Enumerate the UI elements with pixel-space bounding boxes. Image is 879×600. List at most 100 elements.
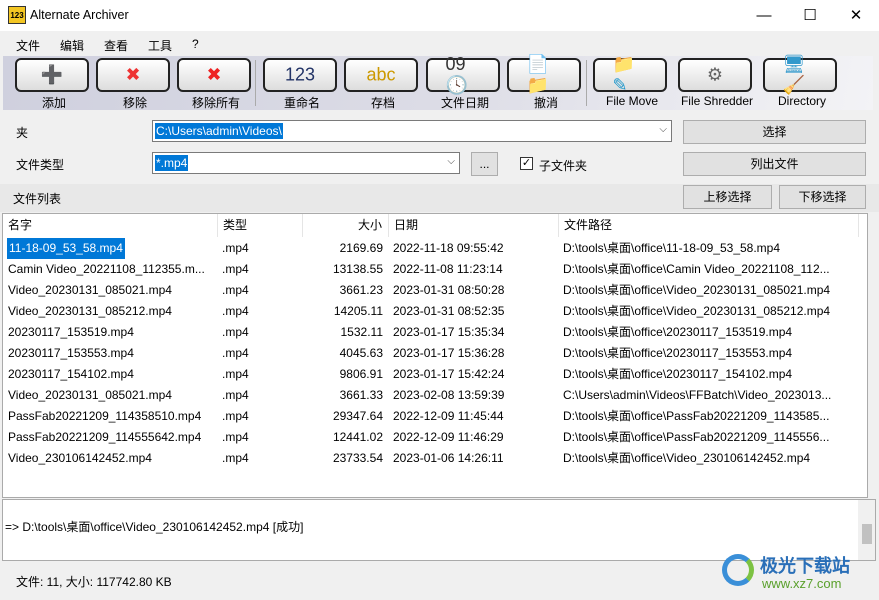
chevron-down-icon[interactable]: ⌵: [447, 156, 455, 167]
directory-clean-icon: 🖥🧹: [782, 54, 806, 95]
toolbar-label: 重命名: [283, 96, 320, 110]
cell-date: 2022-11-18 09:55:42: [393, 241, 504, 255]
cell-path: D:\tools\桌面\office\Camin Video_20221108_…: [563, 262, 830, 276]
cell-size: 29347.64: [332, 409, 383, 423]
watermark-logo: 极光下载站 www.xz7.com: [722, 550, 872, 596]
cell-date: 2023-02-08 13:59:39: [393, 388, 505, 402]
cell-type: .mp4: [222, 283, 249, 297]
menu-edit[interactable]: 编辑: [60, 37, 84, 54]
table-row[interactable]: 11-18-09_53_58.mp4 .mp4 2169.69 2022-11-18 …: [3, 238, 863, 259]
table-row[interactable]: Camin Video_20221108_112355.m... .mp4 1313…: [3, 259, 863, 280]
folder-label: 夹: [16, 126, 29, 140]
cell-path: D:\tools\桌面\office\Video_230106142452.mp…: [563, 451, 811, 465]
move-up-button[interactable]: 上移选择: [683, 185, 772, 209]
toolbar-label: 存档: [370, 96, 395, 110]
file-list[interactable]: 名字 类型 大小 日期 文件路径 11-18-09_53_58.mp4 .mp4 2…: [2, 213, 868, 498]
table-row[interactable]: 20230117_153519.mp4 .mp4 1532.11 2023-01-17…: [3, 322, 863, 343]
app-icon: 123: [8, 6, 26, 24]
file-type-label: 文件类型: [16, 158, 65, 172]
cell-type: .mp4: [222, 409, 249, 423]
column-path[interactable]: 文件路径: [559, 214, 859, 237]
move-down-button[interactable]: 下移选择: [779, 185, 866, 209]
menu-help[interactable]: ?: [192, 37, 199, 51]
title-bar: 123 Alternate Archiver — ☐ ✕: [0, 0, 879, 31]
toolbar-label: File Move: [605, 94, 658, 108]
cell-name: Video_20230131_085212.mp4: [8, 304, 172, 318]
cell-type: .mp4: [222, 325, 249, 339]
cell-path: D:\tools\桌面\office\Video_20230131_085021…: [563, 283, 831, 297]
archive-abc-icon: abc: [366, 64, 396, 85]
cell-date: 2022-12-09 11:45:44: [393, 409, 504, 423]
toolbar-label: 文件日期: [440, 96, 489, 110]
add-files-icon: ➕: [40, 64, 64, 85]
menu-view[interactable]: 查看: [104, 37, 128, 54]
toolbar-button-remove-files[interactable]: ✖: [96, 58, 170, 92]
toolbar-label: 撤消: [533, 96, 558, 110]
table-row[interactable]: PassFab20221209_114358510.mp4 .mp4 29347.6…: [3, 406, 863, 427]
column-name[interactable]: 名字: [3, 214, 218, 237]
log-line: => D:\tools\桌面\office\Video_230106142452…: [5, 520, 304, 534]
toolbar-label: File Shredder: [680, 94, 754, 108]
file-shredder-icon: ⚙: [706, 64, 724, 85]
minimize-button[interactable]: —: [741, 0, 787, 31]
cell-size: 3661.33: [339, 388, 383, 402]
cell-size: 14205.11: [333, 304, 383, 318]
cell-size: 9806.91: [339, 367, 383, 381]
list-files-button[interactable]: 列出文件: [683, 152, 866, 176]
toolbar-button-undo[interactable]: 📄📁: [507, 54, 581, 95]
file-type-value: *.mp4: [155, 155, 189, 171]
table-row[interactable]: PassFab20221209_114555642.mp4 .mp4 12441.0…: [3, 427, 863, 448]
status-text: 文件: 11, 大小: 117742.80 KB: [16, 575, 172, 589]
cell-path: D:\tools\桌面\office\20230117_153519.mp4: [563, 325, 793, 339]
cell-size: 23733.54: [332, 451, 383, 465]
cell-size: 13138.55: [332, 262, 383, 276]
toolbar-label: Directory: [777, 94, 826, 108]
toolbar-button-archive-abc[interactable]: abc: [344, 58, 418, 92]
cell-type: .mp4: [222, 388, 249, 402]
remove-all-icon: ✖: [206, 64, 222, 85]
chevron-down-icon[interactable]: ⌵: [659, 124, 667, 135]
folder-combo[interactable]: C:\Users\admin\Videos\ ⌵: [152, 120, 672, 142]
table-row[interactable]: Video_20230131_085021.mp4 .mp4 3661.33 2023…: [3, 385, 863, 406]
toolbar-button-file-shredder[interactable]: ⚙: [678, 58, 752, 92]
calendar-clock-icon: 09 🕓: [445, 54, 468, 95]
toolbar-button-calendar-clock[interactable]: 09 🕓: [426, 54, 500, 95]
cell-type: .mp4: [222, 241, 249, 255]
column-size[interactable]: 大小: [303, 214, 389, 237]
cell-type: .mp4: [222, 304, 249, 318]
scrollbar-thumb[interactable]: [862, 524, 872, 544]
cell-name: Video_230106142452.mp4: [8, 451, 152, 465]
toolbar-button-add-files[interactable]: ➕: [15, 58, 89, 92]
file-type-combo[interactable]: *.mp4 ⌵: [152, 152, 460, 174]
toolbar-button-file-move[interactable]: 📁✎: [593, 54, 667, 95]
menu-file[interactable]: 文件: [16, 37, 40, 54]
cell-type: .mp4: [222, 451, 249, 465]
remove-files-icon: ✖: [125, 64, 141, 85]
table-row[interactable]: 20230117_153553.mp4 .mp4 4045.63 2023-01-17…: [3, 343, 863, 364]
cell-date: 2023-01-31 08:50:28: [393, 283, 505, 297]
subfolder-checkbox[interactable]: ✓: [520, 157, 533, 170]
toolbar-button-remove-all[interactable]: ✖: [177, 58, 251, 92]
toolbar-label: 添加: [41, 96, 66, 110]
select-folder-button[interactable]: 选择: [683, 120, 866, 144]
cell-date: 2023-01-31 08:52:35: [393, 304, 505, 318]
cell-date: 2023-01-17 15:42:24: [393, 367, 505, 381]
column-date[interactable]: 日期: [389, 214, 559, 237]
maximize-button[interactable]: ☐: [787, 0, 833, 31]
column-type[interactable]: 类型: [218, 214, 303, 237]
toolbar-button-rename-123[interactable]: 123: [263, 58, 337, 92]
close-button[interactable]: ✕: [833, 0, 879, 31]
table-row[interactable]: Video_20230131_085021.mp4 .mp4 3661.23 2023…: [3, 280, 863, 301]
toolbar-button-directory-clean[interactable]: 🖥🧹: [763, 54, 837, 95]
browse-button[interactable]: ...: [471, 152, 498, 176]
cell-size: 4045.63: [339, 346, 383, 360]
toolbar-separator: [586, 60, 587, 106]
table-row[interactable]: 20230117_154102.mp4 .mp4 9806.91 2023-01-17…: [3, 364, 863, 385]
subfolder-label: 子文件夹: [539, 159, 588, 173]
cell-path: D:\tools\桌面\office\20230117_153553.mp4: [563, 346, 793, 360]
table-row[interactable]: Video_230106142452.mp4 .mp4 23733.54 2023-0…: [3, 448, 863, 469]
menu-tools[interactable]: 工具: [148, 37, 172, 54]
table-row[interactable]: Video_20230131_085212.mp4 .mp4 14205.11 202…: [3, 301, 863, 322]
cell-path: D:\tools\桌面\office\11-18-09_53_58.mp4: [563, 241, 781, 255]
folder-value: C:\Users\admin\Videos\: [155, 123, 283, 139]
